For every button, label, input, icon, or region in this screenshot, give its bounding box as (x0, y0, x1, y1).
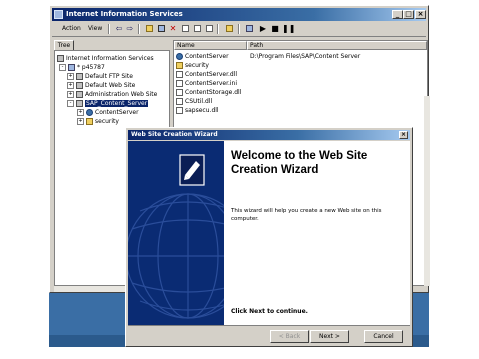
expand-icon[interactable]: + (77, 109, 84, 116)
properties-icon[interactable] (180, 24, 190, 34)
wizard-graphic-panel (128, 141, 224, 325)
list-item[interactable]: CSUtil.dll (176, 97, 212, 106)
toolbar-separator (108, 24, 110, 34)
tree-item-ftp-site[interactable]: + Default FTP Site (67, 72, 133, 81)
computer-icon (68, 64, 75, 71)
tree-item-security[interactable]: + security (77, 117, 119, 126)
tree-item-default-web-site[interactable]: + Default Web Site (67, 81, 135, 90)
up-folder-icon[interactable] (144, 24, 154, 34)
list-vertical-scrollbar[interactable] (424, 96, 430, 286)
folder-icon (86, 118, 93, 125)
help-icon[interactable] (224, 24, 234, 34)
iis-icon (57, 55, 64, 62)
iis-app-icon (54, 10, 63, 19)
expand-icon[interactable]: + (67, 82, 74, 89)
tree-item-iis-root[interactable]: Internet Information Services (57, 54, 154, 63)
expand-icon[interactable]: + (77, 118, 84, 125)
list-item[interactable]: sapsecu.dll (176, 106, 219, 115)
list-item-path: D:\Program Files\SAP\Content Server (250, 53, 361, 60)
site-icon (76, 91, 83, 98)
collapse-icon[interactable]: - (59, 64, 66, 71)
list-item[interactable]: security (176, 61, 209, 70)
list-item[interactable]: ContentServer (176, 52, 229, 61)
wizard-description: This wizard will help you create a new W… (231, 208, 382, 222)
toolbar-separator (238, 24, 240, 34)
back-icon[interactable]: ⇦ (114, 24, 124, 34)
globe-graphic (128, 154, 224, 319)
menu-view[interactable]: View (86, 24, 104, 34)
file-icon (176, 71, 183, 78)
column-header-path[interactable]: Path (247, 41, 427, 50)
menu-action[interactable]: Action (60, 24, 83, 34)
wizard-title: Web Site Creation Wizard (131, 131, 218, 138)
expand-icon[interactable]: + (67, 73, 74, 80)
stop-icon[interactable]: ■ (270, 24, 280, 34)
list-item[interactable]: ContentStorage.dll (176, 88, 241, 97)
site-icon (76, 82, 83, 89)
wizard-close-button[interactable]: × (399, 131, 408, 139)
pause-icon[interactable]: ❚❚ (282, 24, 295, 34)
globe-icon (86, 109, 93, 116)
wizard-heading: Welcome to the Web Site Creation Wizard (231, 150, 368, 176)
wizard-button-bar: < Back Next > Cancel (128, 325, 410, 347)
folder-icon (176, 62, 183, 69)
tab-tree[interactable]: Tree (54, 40, 74, 50)
collapse-icon[interactable]: - (67, 100, 74, 107)
file-icon (176, 107, 183, 114)
file-icon (176, 89, 183, 96)
file-icon (176, 80, 183, 87)
refresh-icon[interactable] (192, 24, 202, 34)
wizard-content: Welcome to the Web Site Creation Wizard … (224, 141, 410, 325)
web-site-creation-wizard-dialog: Web Site Creation Wizard × Welcome to th… (125, 127, 413, 347)
toolbar-separator (138, 24, 140, 34)
tree-item-server[interactable]: - * p45787 (59, 63, 105, 72)
file-icon (176, 98, 183, 105)
globe-icon (176, 53, 183, 60)
export-icon[interactable] (204, 24, 214, 34)
wizard-continue-text: Click Next to continue. (231, 308, 308, 315)
delete-icon[interactable]: ✕ (168, 24, 178, 34)
maximize-button[interactable]: □ (403, 10, 414, 19)
iis-toolbar: Action View ⇦ ⇨ ✕ ▶ ■ ❚❚ (52, 22, 426, 37)
cancel-button[interactable]: Cancel (364, 330, 403, 343)
iis-window-title: Internet Information Services (66, 10, 183, 18)
computer-icon[interactable] (244, 24, 254, 34)
tree-item-admin-web-site[interactable]: + Administration Web Site (67, 90, 157, 99)
start-icon[interactable]: ▶ (258, 24, 268, 34)
close-button[interactable]: × (415, 10, 426, 19)
back-button[interactable]: < Back (270, 330, 309, 343)
list-item[interactable]: ContentServer.ini (176, 79, 237, 88)
tree-item-sap-content-server[interactable]: - SAP_Content_Server (67, 99, 149, 108)
forward-icon[interactable]: ⇨ (125, 24, 135, 34)
site-icon (76, 100, 83, 107)
next-button[interactable]: Next > (310, 330, 349, 343)
minimize-button[interactable]: _ (392, 10, 403, 19)
expand-icon[interactable]: + (67, 91, 74, 98)
show-tree-icon[interactable] (156, 24, 166, 34)
iis-title-bar[interactable]: Internet Information Services _ □ × (52, 8, 426, 21)
column-header-name[interactable]: Name (174, 41, 247, 50)
wizard-title-bar[interactable]: Web Site Creation Wizard × (128, 130, 410, 140)
site-icon (76, 73, 83, 80)
list-item[interactable]: ContentServer.dll (176, 70, 237, 79)
tree-item-contentserver[interactable]: + ContentServer (77, 108, 139, 117)
toolbar-separator (217, 24, 219, 34)
